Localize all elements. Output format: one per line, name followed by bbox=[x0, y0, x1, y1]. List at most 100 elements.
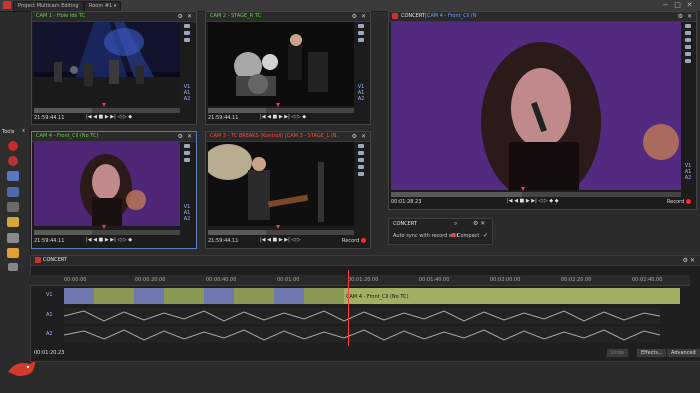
a2-waveform[interactable] bbox=[64, 327, 660, 343]
ruler-tick: 00:02:40.00 bbox=[632, 277, 663, 283]
main-timecode: 00:01:28.23 bbox=[391, 199, 422, 205]
ruler-tick: 00:00:20.00 bbox=[135, 277, 166, 283]
track-label-a2[interactable]: A2 bbox=[46, 331, 53, 337]
timeline-header-icons[interactable]: ⚙ ✕ bbox=[683, 257, 695, 264]
cam3-transport[interactable]: |◀ ◀ ■ ▶ ▶| ◁ ▷ bbox=[260, 237, 301, 243]
list-icon[interactable] bbox=[184, 38, 190, 42]
ruler-tick: 00:00:00 bbox=[64, 277, 87, 283]
record-tag-icon bbox=[35, 257, 41, 263]
cam4-playhead[interactable] bbox=[102, 225, 106, 229]
cam3-title: CAM 3 - TC BREAKS (Kontroll) [CAM 3 - ST… bbox=[210, 133, 340, 139]
cam3-header-icons[interactable]: ⚙ ✕ bbox=[352, 133, 367, 140]
advanced-button[interactable]: Advanced bbox=[666, 348, 700, 358]
auto-sync-toggle[interactable] bbox=[451, 233, 455, 237]
users-icon[interactable] bbox=[8, 263, 18, 271]
storyboard-icon[interactable] bbox=[7, 171, 19, 181]
cam2-header-icons[interactable]: ⚙ ✕ bbox=[352, 13, 367, 20]
list-icon[interactable] bbox=[358, 151, 364, 155]
list-icon[interactable] bbox=[685, 52, 691, 56]
cam2-a2[interactable]: A2 bbox=[356, 96, 366, 102]
timeline-clip[interactable] bbox=[94, 288, 134, 304]
track-label-v1[interactable]: V1 bbox=[46, 292, 53, 298]
list-icon[interactable] bbox=[358, 24, 364, 28]
cam4-transport[interactable]: |◀ ◀ ■ ▶ ▶| ◁ ▷ ◆ bbox=[86, 237, 132, 243]
list-icon[interactable] bbox=[358, 144, 364, 148]
list-icon[interactable] bbox=[685, 38, 691, 42]
timeline-clip[interactable] bbox=[234, 288, 274, 304]
cam2-scrubber[interactable] bbox=[208, 108, 354, 113]
list-icon[interactable] bbox=[358, 31, 364, 35]
record-dot-icon bbox=[686, 199, 692, 204]
cam3-playhead[interactable] bbox=[276, 225, 280, 229]
cam2-playhead[interactable] bbox=[276, 103, 280, 107]
list-icon[interactable] bbox=[685, 59, 691, 63]
concert-box-controls[interactable]: ⚙ ✕ bbox=[473, 220, 485, 227]
list-icon[interactable] bbox=[184, 24, 190, 28]
main-record[interactable]: Record bbox=[667, 199, 692, 205]
cam1-scrubber[interactable] bbox=[34, 108, 180, 113]
close-button[interactable]: ✕ bbox=[686, 2, 693, 9]
v1-track[interactable]: CAM 4 - Front_Cll (No TC) bbox=[64, 288, 680, 304]
main-viewer-header: CONCERT [CAM 4 - Front_Cll (N ⚙ ✕ bbox=[389, 12, 696, 22]
auto-sync-label: Auto sync with record edit bbox=[393, 233, 459, 239]
main-playhead[interactable] bbox=[521, 187, 525, 191]
cam1-header: CAM 1 - Hole Ids TC ⚙ ✕ bbox=[32, 12, 196, 22]
export-icon[interactable] bbox=[7, 248, 19, 258]
list-icon[interactable] bbox=[358, 38, 364, 42]
list-icon[interactable] bbox=[184, 31, 190, 35]
cam2-transport[interactable]: |◀ ◀ ■ ▶ ▶| ◁ ▷ ◆ bbox=[260, 114, 306, 120]
compact-check-icon[interactable]: ✓ bbox=[483, 232, 488, 239]
main-scrubber[interactable] bbox=[391, 192, 681, 197]
timeline-playhead[interactable] bbox=[348, 270, 349, 346]
list-icon[interactable] bbox=[358, 172, 364, 176]
record-icon-2[interactable] bbox=[8, 156, 18, 166]
timeline-clip[interactable] bbox=[134, 288, 164, 304]
project-title: Project Multicam Editing bbox=[18, 3, 79, 9]
search-icon[interactable]: ⌕ bbox=[454, 220, 457, 228]
main-viewer-header-icons[interactable]: ⚙ ✕ bbox=[678, 13, 693, 20]
cam4-a2[interactable]: A2 bbox=[182, 216, 192, 222]
cam1-playhead[interactable] bbox=[102, 103, 106, 107]
list-icon[interactable] bbox=[358, 165, 364, 169]
cam3-record[interactable]: Record bbox=[342, 238, 367, 244]
main-a2[interactable]: A2 bbox=[683, 175, 693, 181]
list-icon[interactable] bbox=[685, 31, 691, 35]
list-icon[interactable] bbox=[358, 158, 364, 162]
main-viewer-label: CONCERT bbox=[401, 13, 425, 19]
a1-waveform[interactable] bbox=[64, 308, 660, 324]
ruler-tick: 00:01:00 bbox=[277, 277, 300, 283]
effects-button[interactable]: Effects... bbox=[636, 348, 668, 358]
maximize-button[interactable]: □ bbox=[674, 2, 681, 9]
list-icon[interactable] bbox=[685, 24, 691, 28]
record-icon[interactable] bbox=[8, 141, 18, 151]
list-icon[interactable] bbox=[685, 45, 691, 49]
timeline-clip[interactable] bbox=[64, 288, 94, 304]
grid-icon[interactable] bbox=[7, 187, 19, 197]
folder-icon[interactable] bbox=[7, 217, 19, 227]
cam1-header-icons[interactable]: ⚙ ✕ bbox=[178, 13, 193, 20]
cam4-side: V1 A1 A2 bbox=[182, 144, 192, 222]
timeline-clip[interactable] bbox=[304, 288, 344, 304]
track-label-a1[interactable]: A1 bbox=[46, 312, 53, 318]
list-icon[interactable] bbox=[184, 151, 190, 155]
cam1-transport[interactable]: |◀ ◀ ■ ▶ ▶| ◁ ▷ ◆ bbox=[86, 114, 132, 120]
cam1-side: V1 A1 A2 bbox=[182, 24, 192, 102]
cam4-header-icons[interactable]: ⚙ ✕ bbox=[178, 133, 193, 140]
tools-close-button[interactable]: x bbox=[22, 128, 25, 134]
list-icon[interactable] bbox=[184, 144, 190, 148]
cam4-scrubber[interactable] bbox=[34, 230, 180, 235]
ruler-tick: 00:02:00.00 bbox=[490, 277, 521, 283]
cam3-scrubber[interactable] bbox=[208, 230, 354, 235]
record-dot-icon bbox=[361, 238, 367, 243]
timeline-clip[interactable] bbox=[274, 288, 304, 304]
list-icon[interactable] bbox=[7, 202, 19, 212]
timeline-clip[interactable] bbox=[204, 288, 234, 304]
settings-icon[interactable] bbox=[7, 233, 19, 243]
list-icon[interactable] bbox=[184, 158, 190, 162]
cam1-a2[interactable]: A2 bbox=[182, 96, 192, 102]
cam3-timecode: 21:59:44.11 bbox=[208, 238, 239, 244]
minimize-button[interactable]: − bbox=[662, 2, 669, 9]
timeline-clip[interactable] bbox=[164, 288, 204, 304]
main-transport[interactable]: |◀ ◀ ■ ▶ ▶| ◁ ▷ ◆ ◆ bbox=[507, 198, 559, 204]
undo-button[interactable]: Undo bbox=[606, 348, 630, 358]
